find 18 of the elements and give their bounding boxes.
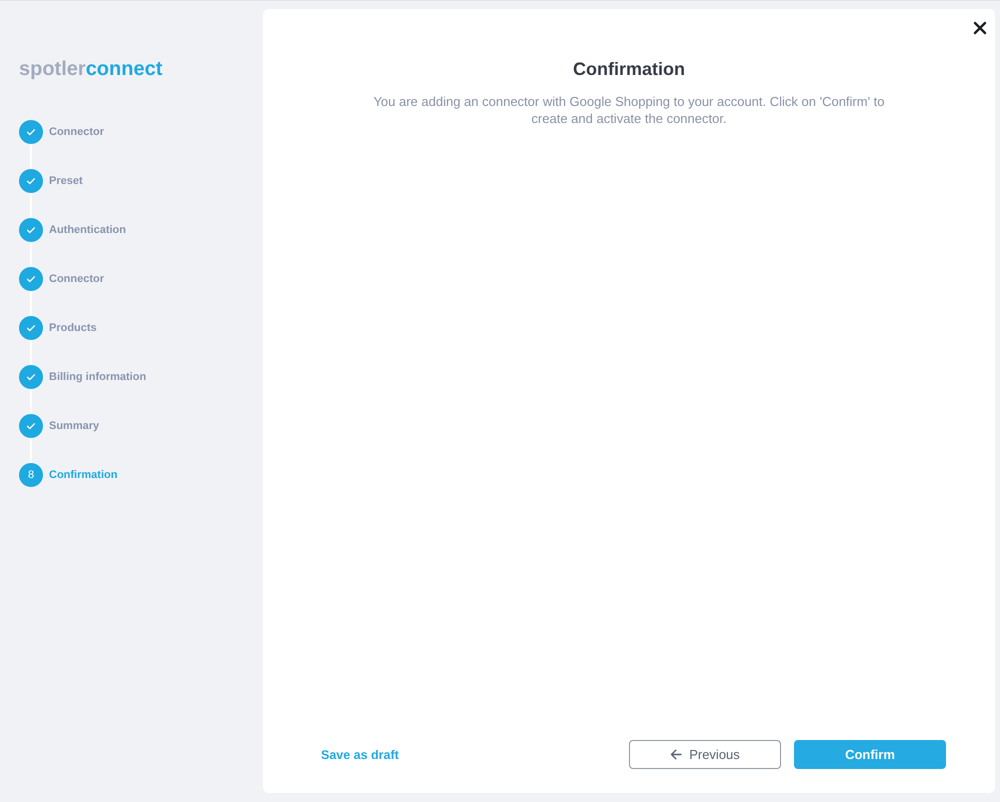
step-label: Connector [49,273,104,285]
confirm-button[interactable]: Confirm [794,740,946,769]
close-button[interactable] [973,21,987,35]
step-label: Preset [49,175,83,187]
dialog-description: You are adding an connector with Google Shopping to your account. Click on 'Confirm' to create and activate the connector. [372,93,886,127]
step-label: Billing information [49,371,146,383]
step-number: 8 [19,463,43,487]
close-icon [973,21,987,35]
step-label: Confirmation [49,469,118,481]
step-label: Authentication [49,224,126,236]
arrow-left-icon [670,749,682,760]
step-label: Products [49,322,97,334]
dialog-title: Confirmation [573,58,685,80]
step-label: Summary [49,420,100,432]
previous-button[interactable]: Previous [629,740,781,769]
step-label: Connector [49,126,104,138]
logo: spotlerconnect [19,57,162,81]
save-draft-link[interactable]: Save as draft [321,748,399,762]
